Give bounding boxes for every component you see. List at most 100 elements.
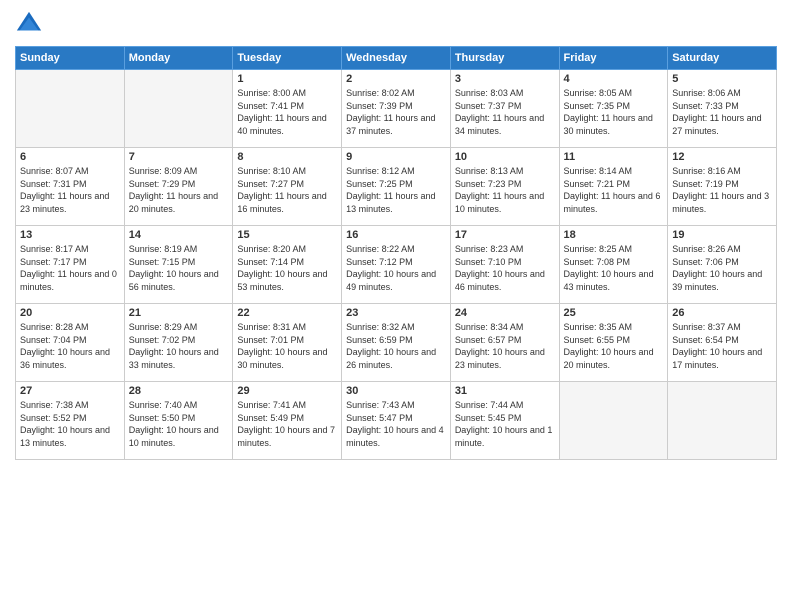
calendar-cell: 30Sunrise: 7:43 AMSunset: 5:47 PMDayligh… — [342, 382, 451, 460]
day-info: Sunrise: 8:26 AMSunset: 7:06 PMDaylight:… — [672, 243, 772, 293]
calendar-week-row: 6 Sunrise: 8:07 AMSunset: 7:31 PMDaylight… — [16, 148, 777, 226]
day-number: 13 — [20, 229, 120, 241]
day-number: 21 — [129, 307, 229, 319]
day-number: 20 — [20, 307, 120, 319]
calendar-cell: 28 Sunrise: 7:40 AMSunset: 5:50 PMDayligh… — [124, 382, 233, 460]
day-info: Sunrise: 8:35 AMSunset: 6:55 PMDaylight:… — [564, 321, 664, 371]
day-info: Sunrise: 8:06 AMSunset: 7:33 PMDaylight:… — [672, 87, 772, 137]
day-number: 6 — [20, 151, 120, 163]
calendar-cell: 4 Sunrise: 8:05 AMSunset: 7:35 PMDaylight… — [559, 70, 668, 148]
day-info: Sunrise: 7:41 AMSunset: 5:49 PMDaylight:… — [237, 399, 337, 449]
calendar-cell: 12 Sunrise: 8:16 AMSunset: 7:19 PMDayligh… — [668, 148, 777, 226]
day-number: 22 — [237, 307, 337, 319]
day-number: 10 — [455, 151, 555, 163]
logo — [15, 10, 47, 38]
day-info: Sunrise: 8:25 AMSunset: 7:08 PMDaylight:… — [564, 243, 664, 293]
calendar-day-header: Monday — [124, 47, 233, 70]
day-number: 23 — [346, 307, 446, 319]
calendar-cell: 27Sunrise: 7:38 AMSunset: 5:52 PMDayligh… — [16, 382, 125, 460]
calendar-cell: 17 Sunrise: 8:23 AMSunset: 7:10 PMDayligh… — [450, 226, 559, 304]
calendar-cell: 11 Sunrise: 8:14 AMSunset: 7:21 PMDayligh… — [559, 148, 668, 226]
calendar-cell: 13 Sunrise: 8:17 AMSunset: 7:17 PMDayligh… — [16, 226, 125, 304]
day-info: Sunrise: 8:05 AMSunset: 7:35 PMDaylight:… — [564, 87, 664, 137]
calendar-day-header: Friday — [559, 47, 668, 70]
calendar-day-header: Saturday — [668, 47, 777, 70]
day-info: Sunrise: 8:03 AMSunset: 7:37 PMDaylight:… — [455, 87, 555, 137]
calendar-cell — [559, 382, 668, 460]
day-info: Sunrise: 8:13 AMSunset: 7:23 PMDaylight:… — [455, 165, 555, 215]
calendar-cell: 1Sunrise: 8:00 AMSunset: 7:41 PMDaylight… — [233, 70, 342, 148]
day-number: 12 — [672, 151, 772, 163]
day-info: Sunrise: 8:37 AMSunset: 6:54 PMDaylight:… — [672, 321, 772, 371]
day-info: Sunrise: 8:17 AMSunset: 7:17 PMDaylight:… — [20, 243, 120, 293]
calendar-cell: 6 Sunrise: 8:07 AMSunset: 7:31 PMDaylight… — [16, 148, 125, 226]
day-info: Sunrise: 8:23 AMSunset: 7:10 PMDaylight:… — [455, 243, 555, 293]
calendar-cell: 26Sunrise: 8:37 AMSunset: 6:54 PMDayligh… — [668, 304, 777, 382]
day-number: 19 — [672, 229, 772, 241]
day-number: 2 — [346, 73, 446, 85]
day-number: 14 — [129, 229, 229, 241]
day-info: Sunrise: 7:38 AMSunset: 5:52 PMDaylight:… — [20, 399, 120, 449]
calendar-cell: 14 Sunrise: 8:19 AMSunset: 7:15 PMDayligh… — [124, 226, 233, 304]
calendar-cell: 19 Sunrise: 8:26 AMSunset: 7:06 PMDayligh… — [668, 226, 777, 304]
logo-icon — [15, 10, 43, 38]
day-info: Sunrise: 8:09 AMSunset: 7:29 PMDaylight:… — [129, 165, 229, 215]
day-number: 31 — [455, 385, 555, 397]
calendar-cell: 22 Sunrise: 8:31 AMSunset: 7:01 PMDayligh… — [233, 304, 342, 382]
calendar-cell: 31 Sunrise: 7:44 AMSunset: 5:45 PMDayligh… — [450, 382, 559, 460]
day-info: Sunrise: 8:22 AMSunset: 7:12 PMDaylight:… — [346, 243, 446, 293]
day-info: Sunrise: 8:12 AMSunset: 7:25 PMDaylight:… — [346, 165, 446, 215]
day-number: 11 — [564, 151, 664, 163]
calendar-cell: 21 Sunrise: 8:29 AMSunset: 7:02 PMDayligh… — [124, 304, 233, 382]
calendar-cell: 18 Sunrise: 8:25 AMSunset: 7:08 PMDayligh… — [559, 226, 668, 304]
day-info: Sunrise: 8:31 AMSunset: 7:01 PMDaylight:… — [237, 321, 337, 371]
day-info: Sunrise: 8:02 AMSunset: 7:39 PMDaylight:… — [346, 87, 446, 137]
day-info: Sunrise: 8:07 AMSunset: 7:31 PMDaylight:… — [20, 165, 120, 215]
day-number: 28 — [129, 385, 229, 397]
day-info: Sunrise: 8:29 AMSunset: 7:02 PMDaylight:… — [129, 321, 229, 371]
day-number: 4 — [564, 73, 664, 85]
calendar-cell: 5 Sunrise: 8:06 AMSunset: 7:33 PMDaylight… — [668, 70, 777, 148]
calendar-cell: 8 Sunrise: 8:10 AMSunset: 7:27 PMDaylight… — [233, 148, 342, 226]
calendar-day-header: Tuesday — [233, 47, 342, 70]
calendar-cell: 25 Sunrise: 8:35 AMSunset: 6:55 PMDayligh… — [559, 304, 668, 382]
calendar-week-row: 27Sunrise: 7:38 AMSunset: 5:52 PMDayligh… — [16, 382, 777, 460]
day-number: 29 — [237, 385, 337, 397]
calendar-cell: 2 Sunrise: 8:02 AMSunset: 7:39 PMDaylight… — [342, 70, 451, 148]
calendar-week-row: 1Sunrise: 8:00 AMSunset: 7:41 PMDaylight… — [16, 70, 777, 148]
day-info: Sunrise: 8:10 AMSunset: 7:27 PMDaylight:… — [237, 165, 337, 215]
calendar-cell: 10 Sunrise: 8:13 AMSunset: 7:23 PMDayligh… — [450, 148, 559, 226]
day-number: 8 — [237, 151, 337, 163]
day-info: Sunrise: 8:19 AMSunset: 7:15 PMDaylight:… — [129, 243, 229, 293]
calendar-cell: 3 Sunrise: 8:03 AMSunset: 7:37 PMDaylight… — [450, 70, 559, 148]
calendar-cell: 24Sunrise: 8:34 AMSunset: 6:57 PMDayligh… — [450, 304, 559, 382]
header — [15, 10, 777, 38]
calendar-cell: 15Sunrise: 8:20 AMSunset: 7:14 PMDayligh… — [233, 226, 342, 304]
day-number: 18 — [564, 229, 664, 241]
calendar-cell — [668, 382, 777, 460]
calendar-day-header: Thursday — [450, 47, 559, 70]
day-number: 25 — [564, 307, 664, 319]
calendar-week-row: 13 Sunrise: 8:17 AMSunset: 7:17 PMDayligh… — [16, 226, 777, 304]
calendar-cell: 20 Sunrise: 8:28 AMSunset: 7:04 PMDayligh… — [16, 304, 125, 382]
day-number: 9 — [346, 151, 446, 163]
calendar-cell — [16, 70, 125, 148]
day-info: Sunrise: 8:14 AMSunset: 7:21 PMDaylight:… — [564, 165, 664, 215]
day-info: Sunrise: 8:34 AMSunset: 6:57 PMDaylight:… — [455, 321, 555, 371]
day-number: 17 — [455, 229, 555, 241]
day-number: 5 — [672, 73, 772, 85]
calendar-cell: 29 Sunrise: 7:41 AMSunset: 5:49 PMDayligh… — [233, 382, 342, 460]
day-info: Sunrise: 8:00 AMSunset: 7:41 PMDaylight:… — [237, 87, 337, 137]
calendar-cell: 23 Sunrise: 8:32 AMSunset: 6:59 PMDayligh… — [342, 304, 451, 382]
day-number: 16 — [346, 229, 446, 241]
day-info: Sunrise: 8:32 AMSunset: 6:59 PMDaylight:… — [346, 321, 446, 371]
day-number: 3 — [455, 73, 555, 85]
day-info: Sunrise: 8:16 AMSunset: 7:19 PMDaylight:… — [672, 165, 772, 215]
day-number: 15 — [237, 229, 337, 241]
day-info: Sunrise: 7:40 AMSunset: 5:50 PMDaylight:… — [129, 399, 229, 449]
page: SundayMondayTuesdayWednesdayThursdayFrid… — [0, 0, 792, 612]
day-info: Sunrise: 8:28 AMSunset: 7:04 PMDaylight:… — [20, 321, 120, 371]
day-number: 30 — [346, 385, 446, 397]
calendar-cell: 9 Sunrise: 8:12 AMSunset: 7:25 PMDaylight… — [342, 148, 451, 226]
day-info: Sunrise: 7:44 AMSunset: 5:45 PMDaylight:… — [455, 399, 555, 449]
